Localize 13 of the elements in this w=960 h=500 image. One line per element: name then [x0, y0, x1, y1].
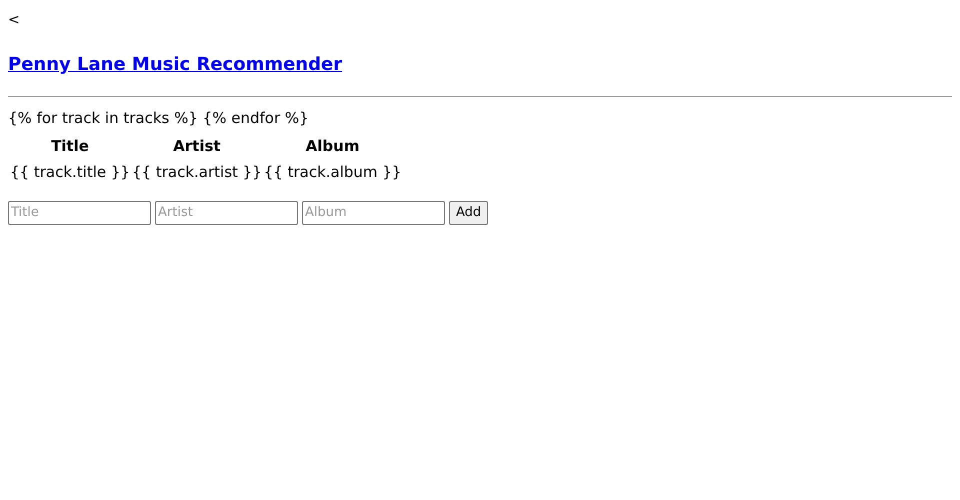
text-input[interactable]: Album [302, 200, 445, 224]
table-cell-text: {{ track.artist }} [132, 162, 262, 183]
text-input[interactable]: Artist [155, 200, 298, 224]
column-header: Title [50, 136, 90, 156]
column-header: Album [304, 136, 360, 156]
add-button[interactable]: Add [449, 200, 488, 224]
table-cell-text: {{ track.album }} [264, 162, 402, 183]
text-input[interactable]: Title [8, 200, 151, 224]
column-header: Artist [172, 136, 222, 156]
template-text: {% for track in tracks %} {% endfor %} [8, 108, 309, 129]
table-cell-text: {{ track.title }} [10, 162, 130, 183]
back-link[interactable]: < [8, 10, 20, 31]
title-link[interactable]: Penny Lane Music Recommender [8, 54, 342, 75]
